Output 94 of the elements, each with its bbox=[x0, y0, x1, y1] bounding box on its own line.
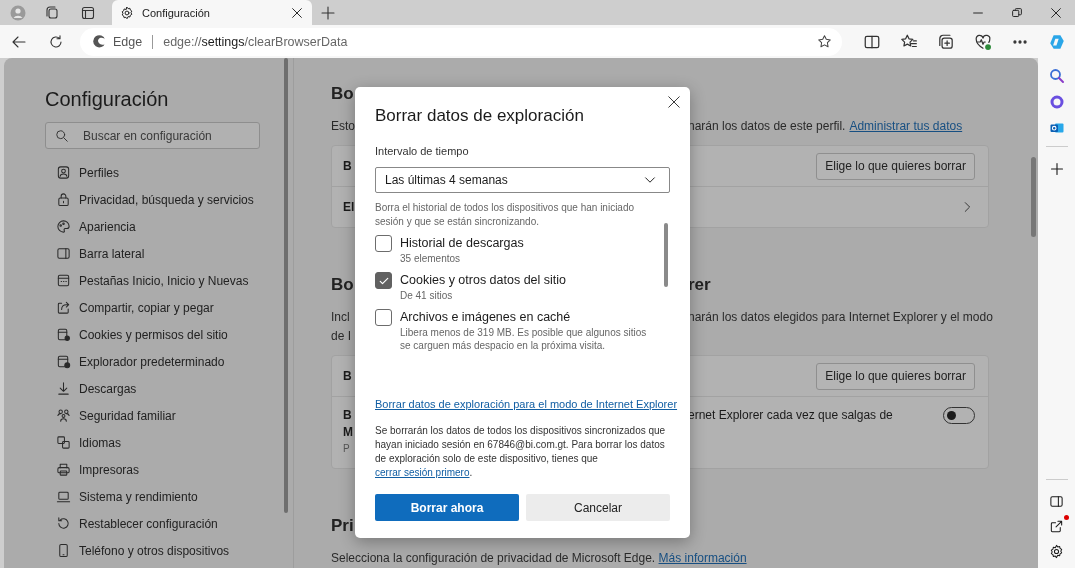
nav-item[interactable]: Compartir, copiar y pegar bbox=[45, 294, 284, 321]
notification-dot bbox=[1064, 515, 1069, 520]
health-icon[interactable] bbox=[973, 32, 992, 51]
sidebar-icon bbox=[56, 246, 71, 261]
row-title: B bbox=[343, 369, 352, 383]
row-title: B bbox=[343, 159, 352, 173]
panel-icon[interactable] bbox=[1049, 494, 1064, 509]
choose-button[interactable]: Elige lo que quieres borrar bbox=[816, 362, 975, 390]
ring-icon[interactable] bbox=[1048, 94, 1065, 110]
option-detail: Borra el historial de todos los dispositivos que han iniciado sesión y que se están sincronizando. bbox=[375, 201, 636, 229]
nav-item[interactable]: Perfiles bbox=[45, 159, 284, 186]
nav-item[interactable]: Impresoras bbox=[45, 456, 284, 483]
browser-check-icon bbox=[56, 354, 71, 369]
search-icon[interactable] bbox=[1048, 68, 1065, 84]
address-bar[interactable]: Edge edge://settings/clearBrowserData bbox=[80, 27, 842, 56]
nav-item[interactable]: Sistema y rendimiento bbox=[45, 483, 284, 510]
checkbox[interactable] bbox=[375, 235, 392, 252]
nav-item[interactable]: Seguridad familiar bbox=[45, 402, 284, 429]
nav-item[interactable]: Descargas bbox=[45, 375, 284, 402]
option-label: Historial de descargas bbox=[400, 235, 524, 252]
checkbox[interactable] bbox=[375, 309, 392, 326]
tab-title: Configuración bbox=[142, 6, 211, 19]
nav-item[interactable]: Teléfono y otros dispositivos bbox=[45, 537, 284, 564]
option-detail: De 41 sitios bbox=[400, 289, 454, 302]
nav-item[interactable]: Apariencia bbox=[45, 213, 284, 240]
external-link-icon[interactable] bbox=[1049, 519, 1064, 534]
close-icon[interactable] bbox=[1048, 5, 1063, 20]
nav-item[interactable]: Idiomas bbox=[45, 429, 284, 456]
section-heading: Bo bbox=[331, 83, 354, 105]
search-field[interactable]: Buscar en configuración bbox=[45, 122, 260, 149]
dialog-title: Borrar datos de exploración bbox=[375, 105, 584, 127]
url-text: edge://settings/clearBrowserData bbox=[163, 34, 348, 49]
option-detail: 35 elementos bbox=[400, 252, 462, 265]
time-range-dropdown[interactable]: Las últimas 4 semanas bbox=[375, 167, 670, 193]
section-heading: Bo bbox=[331, 274, 354, 296]
nav-item[interactable]: Pestañas Inicio, Inicio y Nuevas bbox=[45, 267, 284, 294]
family-icon bbox=[56, 408, 71, 423]
restore-icon[interactable] bbox=[1009, 5, 1024, 20]
collections-icon[interactable] bbox=[936, 32, 955, 51]
cookie-settings-icon bbox=[56, 327, 71, 342]
nav-item[interactable]: Cookies y permisos del sitio bbox=[45, 321, 284, 348]
description-text: Esto bbox=[331, 118, 355, 135]
translate-icon bbox=[56, 435, 71, 450]
nav-item[interactable]: Barra lateral bbox=[45, 240, 284, 267]
settings-title: Configuración bbox=[45, 87, 170, 112]
close-icon[interactable] bbox=[290, 5, 304, 20]
field-label: Intervalo de tiempo bbox=[375, 144, 470, 159]
site-label: Edge bbox=[113, 34, 143, 49]
row-title: B bbox=[343, 407, 352, 424]
info-link[interactable]: Más información bbox=[658, 551, 747, 565]
search-icon bbox=[55, 129, 69, 143]
row-note: P bbox=[343, 442, 350, 456]
laptop-icon bbox=[56, 489, 71, 504]
tab-page-icon bbox=[56, 273, 71, 288]
phone-icon bbox=[56, 543, 71, 558]
nav-item[interactable]: Explorador predeterminado bbox=[45, 348, 284, 375]
option-detail: Libera menos de 319 MB. Es posible que algunos sitios se carguen más despacio en la próxima visita. bbox=[400, 326, 648, 352]
nav-item[interactable]: Privacidad, búsqueda y servicios bbox=[45, 186, 284, 213]
share-icon bbox=[56, 300, 71, 315]
settings-icon[interactable] bbox=[1049, 544, 1064, 559]
download-icon bbox=[56, 381, 71, 396]
nav-item[interactable]: Restablecer configuración bbox=[45, 510, 284, 537]
new-tab-icon[interactable] bbox=[320, 4, 336, 21]
scrollbar-thumb[interactable] bbox=[284, 58, 288, 513]
option-label: Archivos e imágenes en caché bbox=[400, 309, 572, 326]
tab-actions-icon[interactable] bbox=[80, 4, 96, 21]
choose-button[interactable]: Elige lo que quieres borrar bbox=[816, 152, 975, 180]
description-text: Selecciona la configuración de privacidad de Microsoft Edge. Más información bbox=[331, 550, 748, 567]
clear-now-button[interactable]: Borrar ahora bbox=[375, 494, 519, 521]
reset-icon bbox=[56, 516, 71, 531]
browser-tab[interactable]: Configuración bbox=[112, 0, 312, 25]
printer-icon bbox=[56, 462, 71, 477]
add-icon[interactable] bbox=[1048, 161, 1065, 177]
option-label: Cookies y otros datos del sitio bbox=[400, 272, 567, 289]
favorite-star-icon[interactable] bbox=[817, 34, 832, 49]
checkbox[interactable] bbox=[375, 272, 392, 289]
row-title: El bbox=[343, 200, 355, 214]
sync-notice: Se borrarán los datos de todos los dispositivos sincronizados que hayan iniciado sesión en 67846@bi.com.gt. Para borrar los datos de exploración solo de este dispositivo, tienes que cerrar sesión primero. bbox=[375, 424, 667, 480]
refresh-icon[interactable] bbox=[47, 33, 64, 50]
scrollbar-thumb[interactable] bbox=[664, 223, 668, 287]
manage-data-link[interactable]: Administrar tus datos bbox=[849, 119, 963, 133]
gear-icon bbox=[120, 5, 134, 20]
profile-card-icon bbox=[56, 165, 71, 180]
palette-icon bbox=[56, 219, 71, 234]
workspaces-icon[interactable] bbox=[44, 4, 60, 21]
description-text: de I bbox=[331, 328, 351, 345]
cancel-button[interactable]: Cancelar bbox=[526, 494, 670, 521]
row-title: M bbox=[343, 424, 353, 441]
ie-mode-link[interactable]: Borrar datos de exploración para el modo de Internet Explorer bbox=[375, 396, 678, 412]
section-heading: Pri bbox=[331, 515, 354, 537]
description-text: Incl bbox=[331, 309, 350, 326]
close-icon[interactable] bbox=[667, 95, 681, 109]
lock-icon bbox=[56, 192, 71, 207]
scrollbar-thumb[interactable] bbox=[1031, 157, 1036, 237]
